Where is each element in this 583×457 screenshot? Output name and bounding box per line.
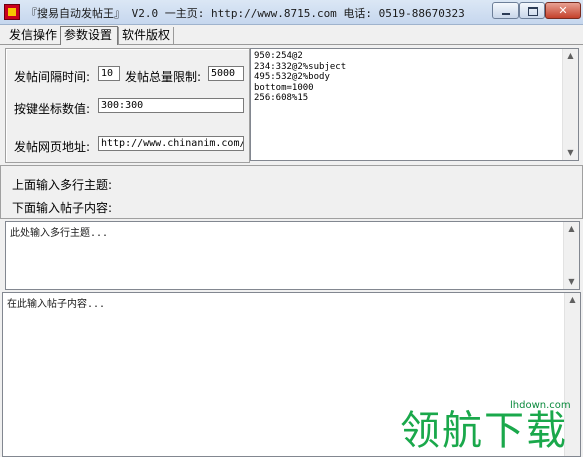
subject-placeholder: 此处输入多行主题... [10,228,109,239]
content-hint-label: 下面输入帖子内容: [12,201,113,215]
watermark: 领航下载 lhdown.com [400,400,580,457]
tab-software-copyright[interactable]: 软件版权 [118,27,174,44]
total-limit-input[interactable]: 5000 [208,66,244,81]
scroll-up-icon[interactable]: ▲ [563,49,578,63]
scroll-down-icon[interactable]: ▼ [563,146,578,160]
app-logo-icon [4,4,20,20]
coords-scrollbar[interactable]: ▲ ▼ [562,49,578,160]
content-placeholder: 在此输入帖子内容... [7,299,106,310]
post-url-input[interactable]: http://www.chinanim.com/bb [98,136,244,151]
scroll-down-icon[interactable]: ▼ [564,275,579,289]
key-coord-label: 按键坐标数值: [14,102,91,116]
total-limit-label: 发帖总量限制: [125,70,202,84]
scroll-up-icon[interactable]: ▲ [565,293,580,307]
close-button[interactable] [545,2,581,19]
window-title: 『搜易自动发帖王』 V2.0 一主页: http://www.8715.com … [26,7,465,20]
interval-label: 发帖间隔时间: [14,70,91,84]
title-bar: 『搜易自动发帖王』 V2.0 一主页: http://www.8715.com … [0,0,583,25]
minimize-button[interactable] [492,2,519,19]
interval-input[interactable]: 10 [98,66,120,81]
watermark-url: lhdown.com [510,400,571,411]
tab-parameter-settings[interactable]: 参数设置 [60,26,118,45]
parameter-panel: 发帖间隔时间: 10 发帖总量限制: 5000 按键坐标数值: 300:300 … [5,48,250,163]
app-window: 『搜易自动发帖王』 V2.0 一主页: http://www.8715.com … [0,0,583,457]
watermark-logo: 领航下载 [400,408,568,454]
coords-text: 950:254@2 234:332@2%subject 495:532@2%bo… [254,51,347,103]
subject-hint-label: 上面输入多行主题: [12,178,113,192]
post-url-label: 发帖网页地址: [14,140,91,154]
info-panel: 上面输入多行主题: 下面输入帖子内容: [0,165,583,219]
subject-scrollbar[interactable]: ▲ ▼ [563,222,579,289]
key-coord-input[interactable]: 300:300 [98,98,244,113]
scroll-up-icon[interactable]: ▲ [564,222,579,236]
coords-textarea[interactable]: 950:254@2 234:332@2%subject 495:532@2%bo… [250,48,579,161]
tab-send-operation[interactable]: 发信操作 [6,27,60,44]
maximize-button[interactable] [519,2,545,19]
subject-textarea[interactable]: 此处输入多行主题... ▲ ▼ [5,221,580,290]
